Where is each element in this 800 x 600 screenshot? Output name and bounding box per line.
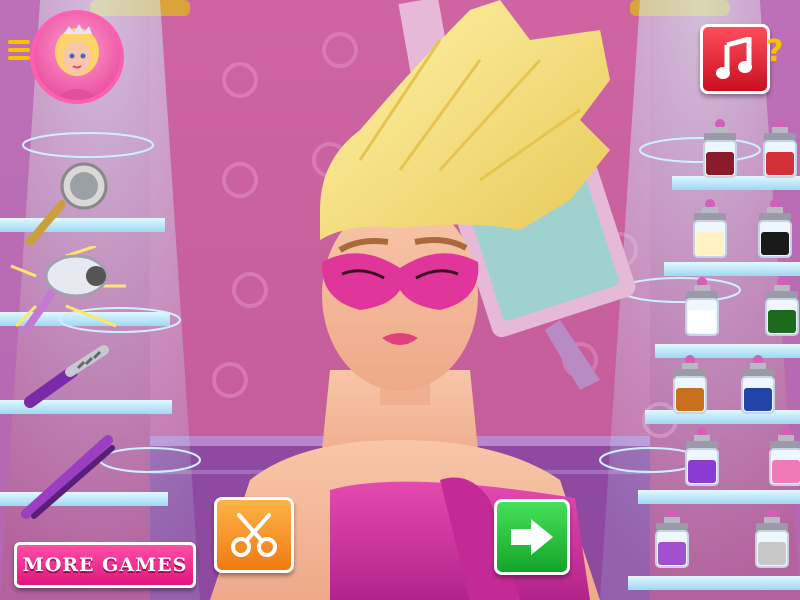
game-stage: ? MORE GAMES — [0, 0, 800, 600]
color-jar[interactable] — [690, 198, 730, 264]
color-jar[interactable] — [760, 118, 800, 184]
color-jar[interactable] — [766, 426, 800, 492]
color-jar[interactable] — [670, 354, 710, 420]
color-jars — [0, 0, 800, 600]
color-jar[interactable] — [752, 508, 792, 574]
color-jar[interactable] — [700, 118, 740, 184]
color-jar[interactable] — [755, 198, 795, 264]
color-jar[interactable] — [682, 426, 722, 492]
color-jar[interactable] — [682, 276, 722, 342]
color-jar[interactable] — [738, 354, 778, 420]
color-jar[interactable] — [762, 276, 800, 342]
color-jar[interactable] — [652, 508, 692, 574]
